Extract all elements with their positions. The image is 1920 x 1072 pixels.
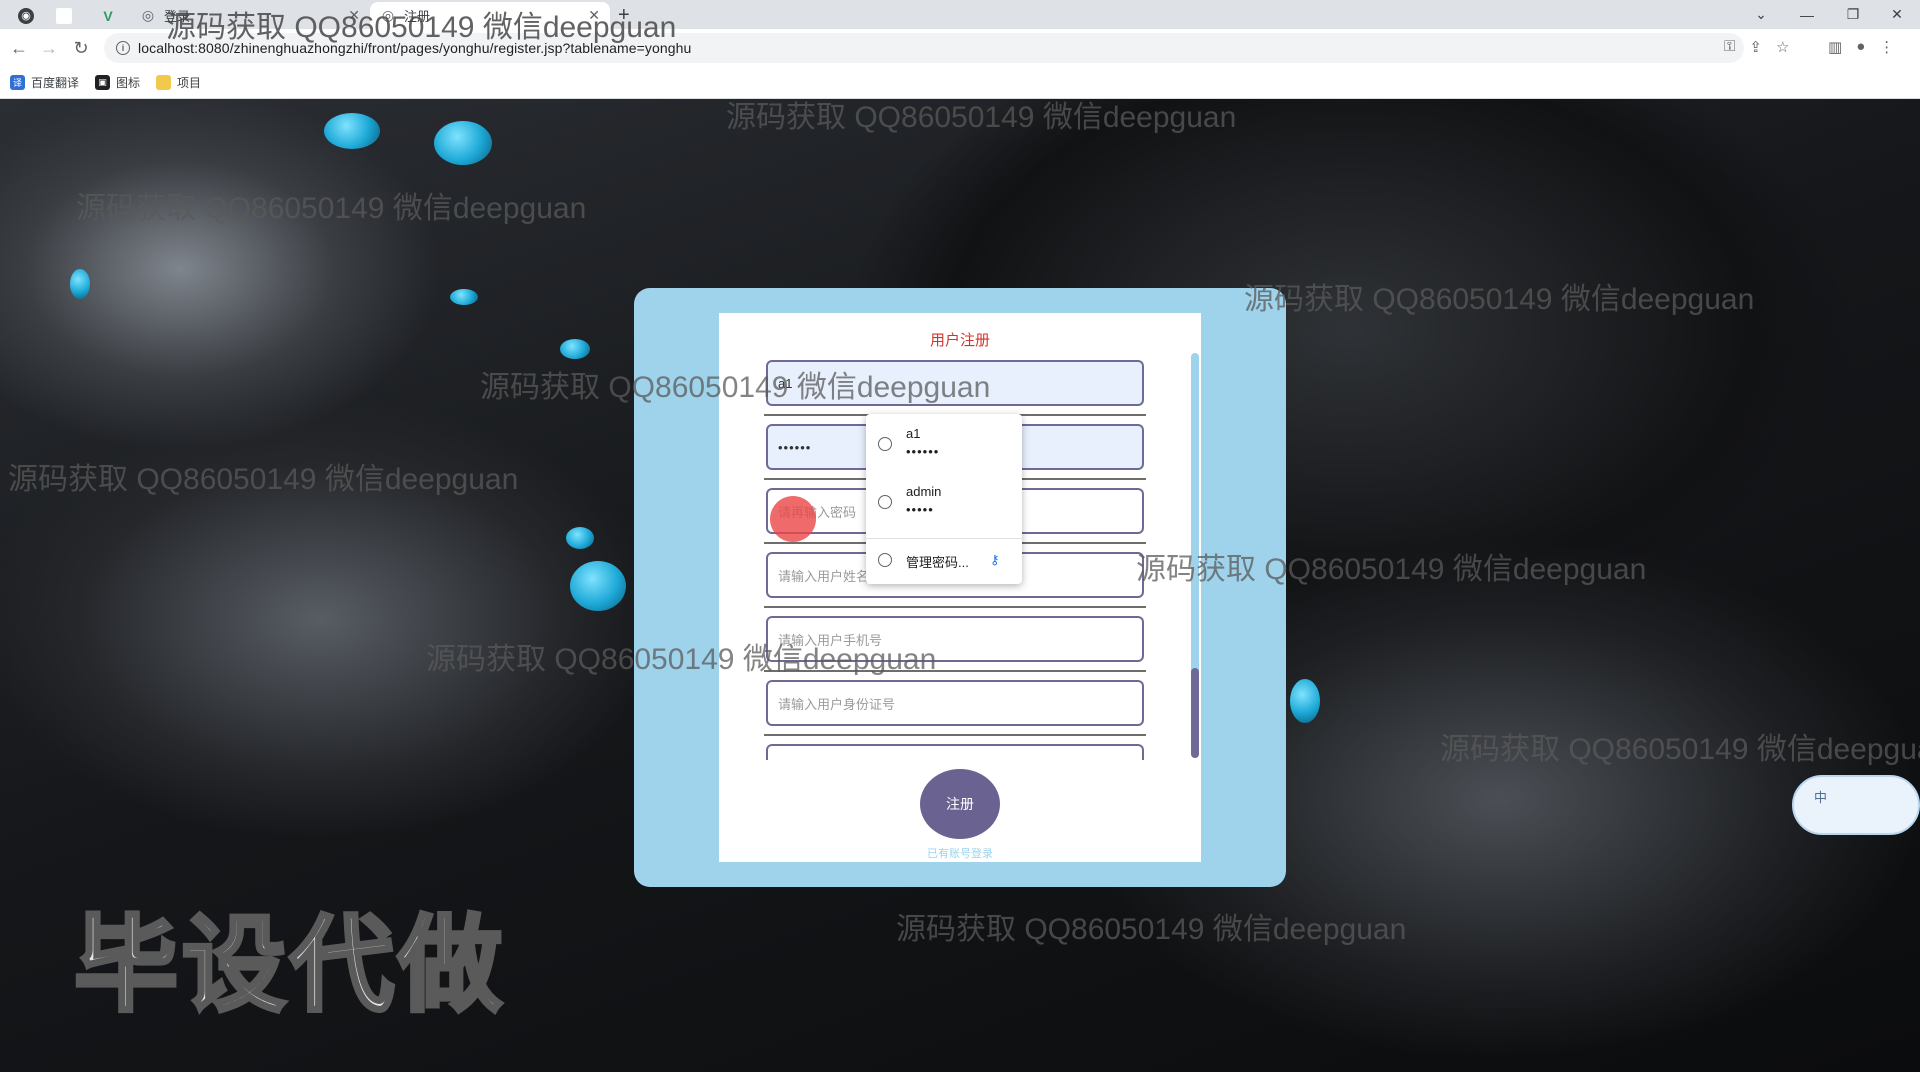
folder-icon [156, 75, 172, 90]
login-link[interactable]: 已有账号登录 [719, 845, 1201, 861]
manage-passwords-item[interactable]: 管理密码... ⚷ [866, 542, 1022, 578]
idcard-input[interactable]: 请输入用户身份证号 [766, 680, 1144, 726]
field-divider [764, 734, 1146, 736]
autofill-divider [866, 538, 1022, 539]
restore-button[interactable]: ❐ [1830, 0, 1876, 29]
reload-icon[interactable]: ↻ [70, 37, 92, 59]
minimize-button[interactable]: — [1784, 0, 1830, 29]
translate-icon: 译 [10, 75, 25, 90]
tab-pinned-2[interactable] [46, 2, 82, 29]
key-icon[interactable]: ⚿ [1724, 38, 1735, 56]
name-placeholder: 请输入用户姓名 [778, 568, 870, 584]
ime-indicator[interactable]: 中 [1792, 775, 1920, 835]
close-window-button[interactable]: ✕ [1874, 0, 1920, 29]
site-icon: ◎ [141, 7, 155, 23]
menu-icon[interactable]: ⋮ [1879, 38, 1894, 56]
promo-watermark: 毕设代做 [72, 906, 507, 1026]
form-title: 用户注册 [929, 332, 990, 349]
globe-icon [878, 437, 892, 451]
field-divider [764, 670, 1146, 672]
sidebar-icon[interactable]: ▥ [1828, 38, 1842, 56]
chevron-down-icon[interactable]: ⌄ [1738, 0, 1784, 29]
close-icon[interactable]: ✕ [588, 7, 600, 24]
info-icon[interactable]: i [116, 41, 130, 55]
decor-dot [324, 113, 380, 149]
profile-icon[interactable]: ● [1856, 38, 1865, 56]
globe-icon [878, 495, 892, 509]
tab-register-label: 注册 [404, 9, 431, 24]
password-autofill-popup: a1 •••••• admin ••••• 管理密码... ⚷ [866, 414, 1022, 584]
gear-icon [878, 553, 892, 567]
decor-dot [560, 339, 590, 359]
star-icon[interactable]: ☆ [1776, 38, 1789, 56]
username-value: a1 [778, 375, 793, 391]
bookmark-label: 图标 [116, 76, 141, 90]
tab-pinned-1[interactable]: ◉ [8, 2, 44, 29]
autofill-entry[interactable]: admin ••••• [866, 476, 1022, 532]
field-divider [764, 606, 1146, 608]
idcard-placeholder: 请输入用户身份证号 [778, 696, 896, 712]
phone-input[interactable]: 请输入用户手机号 [766, 616, 1144, 662]
bookmark-icons[interactable]: ▣ 图标 [95, 74, 140, 91]
ime-label: 中 [1814, 790, 1828, 805]
image-icon: ▣ [95, 75, 111, 90]
autofill-username: a1 [906, 426, 921, 441]
tab-login[interactable]: ◎ 登录 ✕ [130, 2, 370, 29]
decor-dot [450, 289, 478, 305]
decor-dot [1290, 679, 1320, 723]
bookmark-baidu-translate[interactable]: 译 百度翻译 [10, 74, 79, 91]
decor-dot [570, 561, 626, 611]
decor-dot [434, 121, 492, 165]
address-bar: ← → ↻ i localhost:8080/zhinenghuazhongzh… [0, 29, 1920, 67]
bookmark-label: 百度翻译 [31, 76, 80, 90]
autofill-password: •••••• [906, 444, 940, 459]
password-value: •••••• [778, 439, 812, 455]
globe-icon: ◉ [18, 7, 34, 24]
bookmark-project[interactable]: 项目 [156, 74, 201, 91]
form-scrollbar-thumb[interactable] [1191, 668, 1199, 758]
autofill-username: admin [906, 484, 942, 499]
autofill-entry[interactable]: a1 •••••• [866, 418, 1022, 474]
close-icon[interactable]: ✕ [348, 7, 360, 24]
back-arrow-icon[interactable]: ← [8, 37, 30, 59]
decor-dot [566, 527, 594, 549]
url-text: localhost:8080/zhinenghuazhongzhi/front/… [138, 40, 692, 56]
register-button[interactable]: 注册 [920, 769, 1000, 839]
tab-login-label: 登录 [164, 9, 191, 24]
bookmarks-bar: 译 百度翻译 ▣ 图标 项目 [0, 67, 1920, 99]
vue-icon: V [103, 7, 113, 24]
next-input[interactable] [766, 744, 1144, 760]
tab-register[interactable]: ◎ 注册 ✕ [370, 2, 610, 29]
share-icon[interactable]: ⇪ [1749, 38, 1762, 56]
site-icon: ◎ [381, 7, 395, 23]
decor-dot [70, 269, 90, 299]
manage-passwords-label: 管理密码... [906, 555, 969, 570]
blank-page-icon [56, 7, 72, 24]
url-field[interactable]: i localhost:8080/zhinenghuazhongzhi/fron… [104, 33, 1744, 63]
bookmark-label: 项目 [177, 76, 202, 90]
forward-arrow-icon[interactable]: → [38, 37, 60, 59]
tab-pinned-3[interactable]: V [90, 2, 126, 29]
key-icon: ⚷ [990, 552, 1000, 567]
autofill-password: ••••• [906, 502, 934, 517]
username-input[interactable]: a1 [766, 360, 1144, 406]
browser-tab-bar: ◉ V ◎ 登录 ✕ ◎ 注册 ✕ + ⌄ — ❐ ✕ [0, 0, 1920, 29]
new-tab-button[interactable]: + [618, 4, 630, 27]
cursor-highlight [770, 496, 816, 542]
phone-placeholder: 请输入用户手机号 [778, 632, 883, 648]
